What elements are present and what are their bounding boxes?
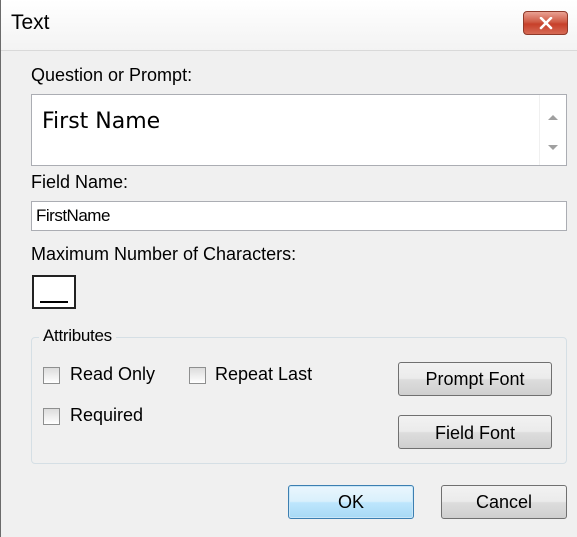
ok-button[interactable]: OK xyxy=(288,485,414,519)
read-only-label[interactable]: Read Only xyxy=(70,364,155,385)
required-label[interactable]: Required xyxy=(70,405,143,426)
prompt-text: First Name xyxy=(42,109,161,134)
text-dialog: Text Question or Prompt: First Name Fiel… xyxy=(0,0,577,537)
cancel-button[interactable]: Cancel xyxy=(441,485,567,519)
close-button[interactable] xyxy=(523,11,568,35)
cancel-label: Cancel xyxy=(475,492,533,512)
field-name-label: Field Name: xyxy=(31,172,129,192)
prompt-font-label: Prompt Font xyxy=(425,369,525,389)
chevron-down-icon[interactable] xyxy=(548,145,558,150)
title-bar[interactable]: Text xyxy=(1,0,577,51)
required-checkbox[interactable] xyxy=(43,408,60,425)
prompt-scrollbar[interactable] xyxy=(539,95,566,165)
max-chars-label: Maximum Number of Characters: xyxy=(31,244,297,264)
max-chars-input[interactable] xyxy=(32,275,76,309)
dialog-title: Text xyxy=(11,11,50,34)
field-font-button[interactable]: Field Font xyxy=(398,415,552,449)
close-icon xyxy=(539,17,553,30)
field-name-input[interactable]: FirstName xyxy=(31,201,567,231)
prompt-font-button[interactable]: Prompt Font xyxy=(398,362,552,396)
ok-label: OK xyxy=(337,492,364,512)
repeat-last-label[interactable]: Repeat Last xyxy=(215,364,312,385)
field-font-label: Field Font xyxy=(434,423,516,443)
prompt-label: Question or Prompt: xyxy=(31,65,193,85)
prompt-textarea[interactable]: First Name xyxy=(31,94,567,166)
attributes-legend: Attributes xyxy=(39,326,116,346)
chevron-up-icon[interactable] xyxy=(548,115,558,120)
repeat-last-checkbox[interactable] xyxy=(189,367,206,384)
text-cursor xyxy=(40,301,68,303)
read-only-checkbox[interactable] xyxy=(43,367,60,384)
